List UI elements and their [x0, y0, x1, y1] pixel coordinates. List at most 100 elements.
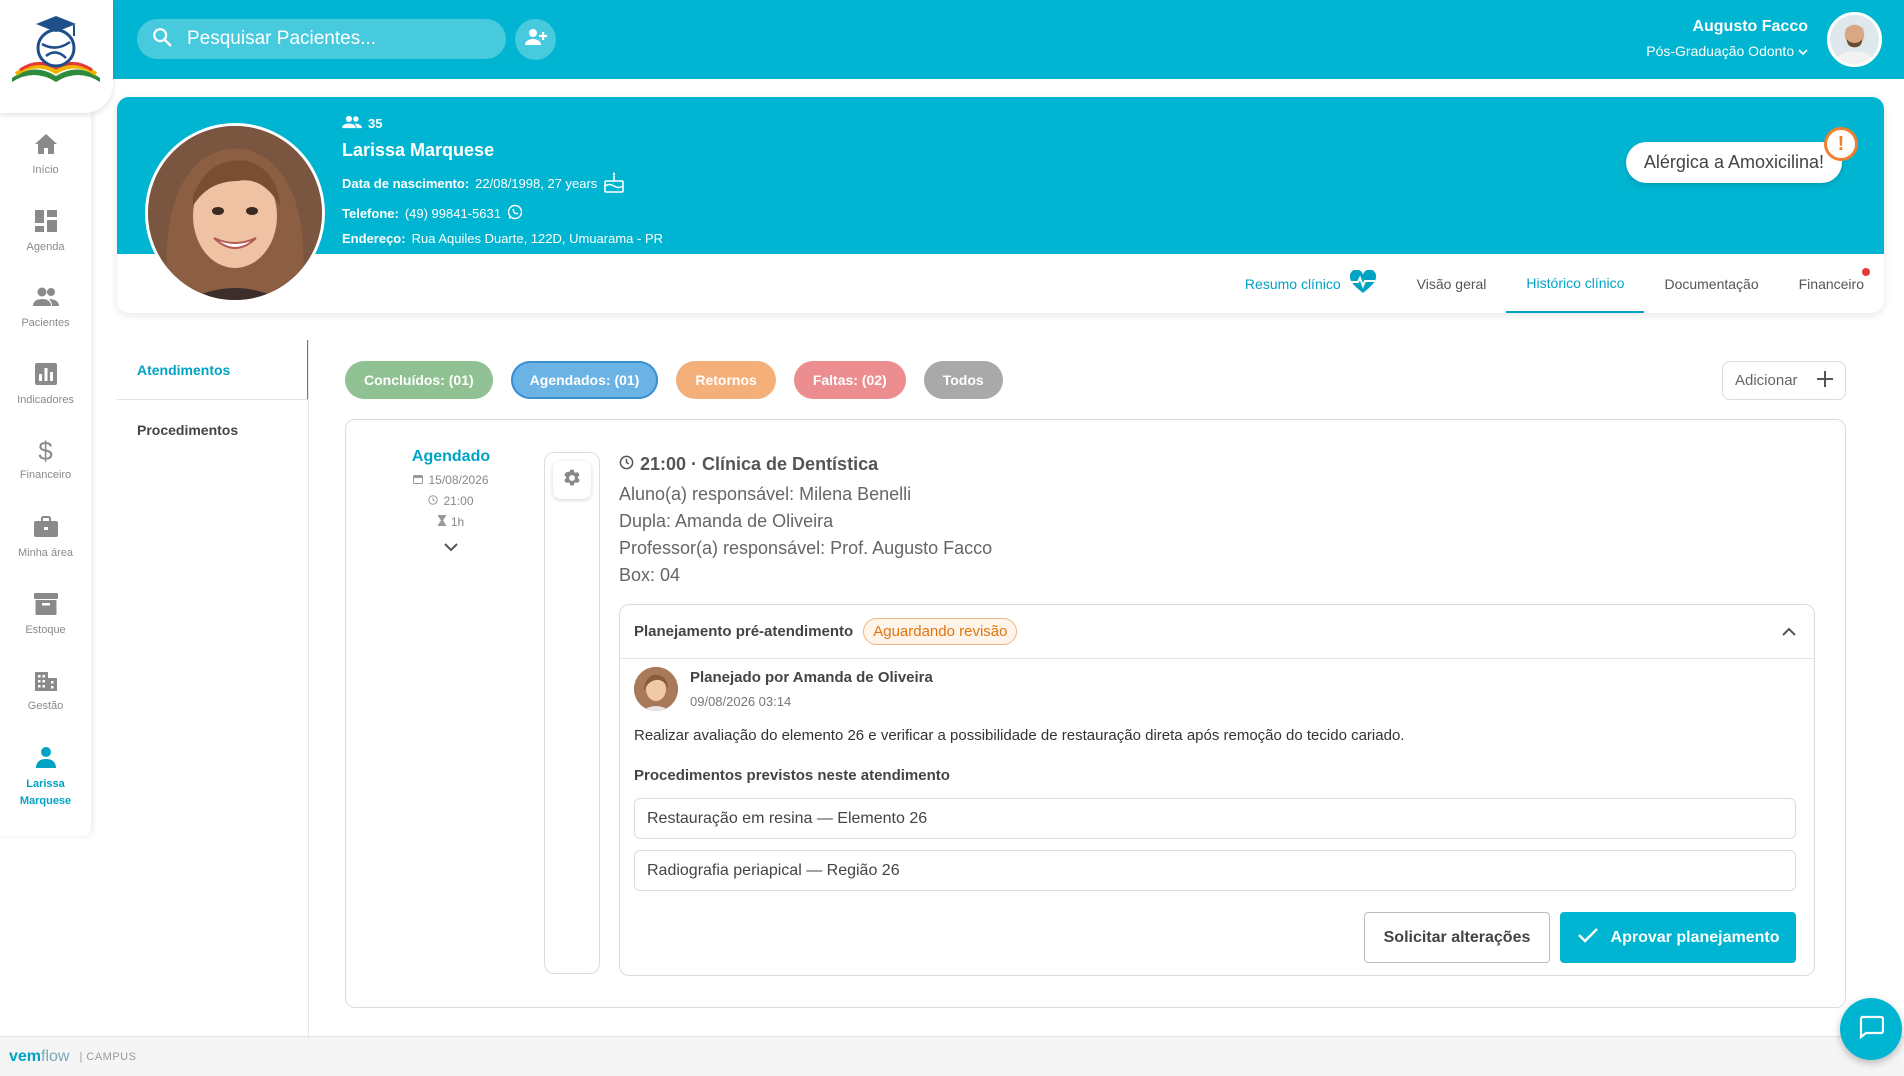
filter-faltas[interactable]: Faltas: (02): [793, 361, 906, 399]
planner-name: Planejado por Amanda de Oliveira: [690, 669, 933, 686]
footer: vem flow | CAMPUS: [0, 1036, 1904, 1076]
appointment-status: Agendado: [411, 448, 491, 465]
appointment-date: 15/08/2026: [386, 473, 516, 487]
patient-address: Endereço: Rua Aquiles Duarte, 122D, Umua…: [342, 231, 664, 246]
brand-name: vem: [9, 1047, 42, 1065]
patient-birth: Data de nascimento: 22/08/1998, 27 years: [342, 171, 663, 196]
patient-name: Larissa Marquese: [342, 140, 495, 160]
pair-student: Dupla: Amanda de Oliveira: [619, 511, 834, 531]
calendar-icon: [413, 473, 424, 487]
sidebar-item-current-patient[interactable]: Larissa Marquese: [0, 746, 91, 810]
procedure-item: Restauração em resina — Elemento 26: [634, 798, 1796, 839]
brand-name-suffix: flow: [41, 1047, 70, 1065]
tab-documentacao[interactable]: Documentação: [1644, 254, 1778, 313]
request-changes-button[interactable]: Solicitar alterações: [1364, 912, 1550, 963]
patient-info: 35 Larissa Marquese Data de nascimento: …: [342, 115, 663, 246]
whatsapp-icon[interactable]: [507, 204, 523, 223]
actions-column: [544, 452, 600, 974]
patient-photo: [145, 123, 325, 303]
settings-button[interactable]: [553, 461, 591, 499]
planner-avatar: [634, 667, 678, 711]
building-icon: [0, 669, 91, 694]
bar-chart-icon: [0, 363, 91, 388]
planner-info: Planejado por Amanda de Oliveira 09/08/2…: [634, 667, 933, 711]
user-avatar[interactable]: [1827, 12, 1882, 67]
sidebar-item-gestao[interactable]: Gestão: [0, 669, 91, 712]
add-user-icon: [524, 25, 548, 54]
history-subnav: Atendimentos Procedimentos: [117, 340, 309, 460]
sidebar-item-inicio[interactable]: Início: [0, 133, 91, 176]
clock-icon: [428, 494, 439, 508]
add-appointment-button[interactable]: Adicionar: [1722, 361, 1846, 400]
user-name: Augusto Facco: [1692, 18, 1808, 35]
brand-product: | CAMPUS: [79, 1050, 137, 1063]
person-icon: [0, 746, 91, 774]
sidebar-item-minha-area[interactable]: Minha área: [0, 516, 91, 559]
notification-dot: [1862, 268, 1870, 276]
appointment-duration: 1h: [386, 515, 516, 529]
approve-planning-button[interactable]: Aprovar planejamento: [1560, 912, 1796, 963]
check-icon: [1577, 927, 1599, 948]
responsible-professor: Professor(a) responsável: Prof. Augusto …: [619, 538, 993, 558]
tab-financeiro[interactable]: Financeiro: [1779, 254, 1884, 313]
chevron-down-icon: [444, 539, 458, 556]
allergy-alert[interactable]: Alérgica a Amoxicilina!: [1625, 142, 1842, 183]
chat-icon: [1858, 1015, 1885, 1044]
search-icon: [151, 26, 173, 53]
filter-agendados[interactable]: Agendados: (01): [510, 361, 659, 399]
dollar-icon: $: [38, 436, 53, 466]
patient-phone: Telefone: (49) 99841-5631: [342, 204, 663, 223]
sidebar-item-financeiro[interactable]: $ Financeiro: [0, 436, 91, 481]
status-badge: Aguardando revisão: [863, 618, 1018, 645]
sidebar-item-pacientes[interactable]: Pacientes: [0, 286, 91, 329]
responsible-student: Aluno(a) responsável: Milena Benelli: [619, 484, 912, 504]
add-patient-button[interactable]: [515, 19, 556, 60]
procedure-item: Radiografia periapical — Região 26: [634, 850, 1796, 891]
tab-resumo-clinico[interactable]: Resumo clínico: [1225, 254, 1397, 313]
chat-button[interactable]: [1840, 998, 1902, 1060]
procedures-title: Procedimentos previstos neste atendiment…: [634, 767, 950, 784]
patient-search[interactable]: [137, 19, 506, 59]
planning-title: Planejamento pré-atendimento: [634, 623, 854, 640]
top-bar: Augusto Facco Pós-Graduação Odonto: [0, 0, 1904, 79]
user-menu[interactable]: Augusto Facco Pós-Graduação Odonto: [1646, 18, 1808, 59]
planning-panel: Planejamento pré-atendimento Aguardando …: [619, 604, 1815, 976]
alert-icon: !: [1824, 127, 1858, 161]
filter-concluidos[interactable]: Concluídos: (01): [345, 361, 493, 399]
patient-record-count: 35: [342, 115, 663, 132]
patient-tabs: Resumo clínico Visão geral Histórico clí…: [1225, 254, 1884, 313]
heart-pulse-icon: [1349, 269, 1377, 297]
appointment-title: 21:00 · Clínica de Dentística: [619, 454, 992, 475]
gear-icon: [561, 467, 583, 494]
plus-icon: [1817, 370, 1833, 391]
planned-date: 09/08/2026 03:14: [690, 694, 792, 709]
sidebar-item-estoque[interactable]: Estoque: [0, 593, 91, 636]
app-logo[interactable]: [0, 0, 113, 113]
appointment-details: 21:00 · Clínica de Dentística Aluno(a) r…: [619, 454, 992, 586]
sidebar: Início Agenda Pacientes Indicadores $ Fi…: [0, 113, 91, 836]
planning-description: Realizar avaliação do elemento 26 e veri…: [634, 727, 1405, 744]
chevron-up-icon[interactable]: [1782, 623, 1796, 641]
filter-chips: Concluídos: (01) Agendados: (01) Retorno…: [345, 361, 1003, 399]
subnav-atendimentos[interactable]: Atendimentos: [117, 340, 309, 400]
planning-header[interactable]: Planejamento pré-atendimento Aguardando …: [620, 605, 1814, 659]
people-icon: [0, 286, 91, 311]
patient-banner: 35 Larissa Marquese Data de nascimento: …: [117, 97, 1884, 254]
sidebar-item-agenda[interactable]: Agenda: [0, 210, 91, 253]
expand-toggle[interactable]: [386, 539, 516, 557]
archive-icon: [0, 593, 91, 618]
search-input[interactable]: [187, 28, 487, 50]
appointment-card: Agendado 15/08/2026 21:00 1h 21:00 · Clí…: [345, 419, 1846, 1008]
sidebar-item-indicadores[interactable]: Indicadores: [0, 363, 91, 406]
clock-icon: [619, 454, 634, 475]
birthday-cake-icon: [603, 171, 625, 196]
subnav-procedimentos[interactable]: Procedimentos: [117, 400, 309, 460]
box-number: Box: 04: [619, 565, 681, 585]
user-role[interactable]: Pós-Graduação Odonto: [1646, 43, 1808, 59]
tab-visao-geral[interactable]: Visão geral: [1397, 254, 1507, 313]
filter-todos[interactable]: Todos: [923, 361, 1003, 399]
briefcase-icon: [0, 516, 91, 541]
tab-historico-clinico[interactable]: Histórico clínico: [1506, 254, 1645, 313]
home-icon: [0, 133, 91, 158]
filter-retornos[interactable]: Retornos: [676, 361, 776, 399]
